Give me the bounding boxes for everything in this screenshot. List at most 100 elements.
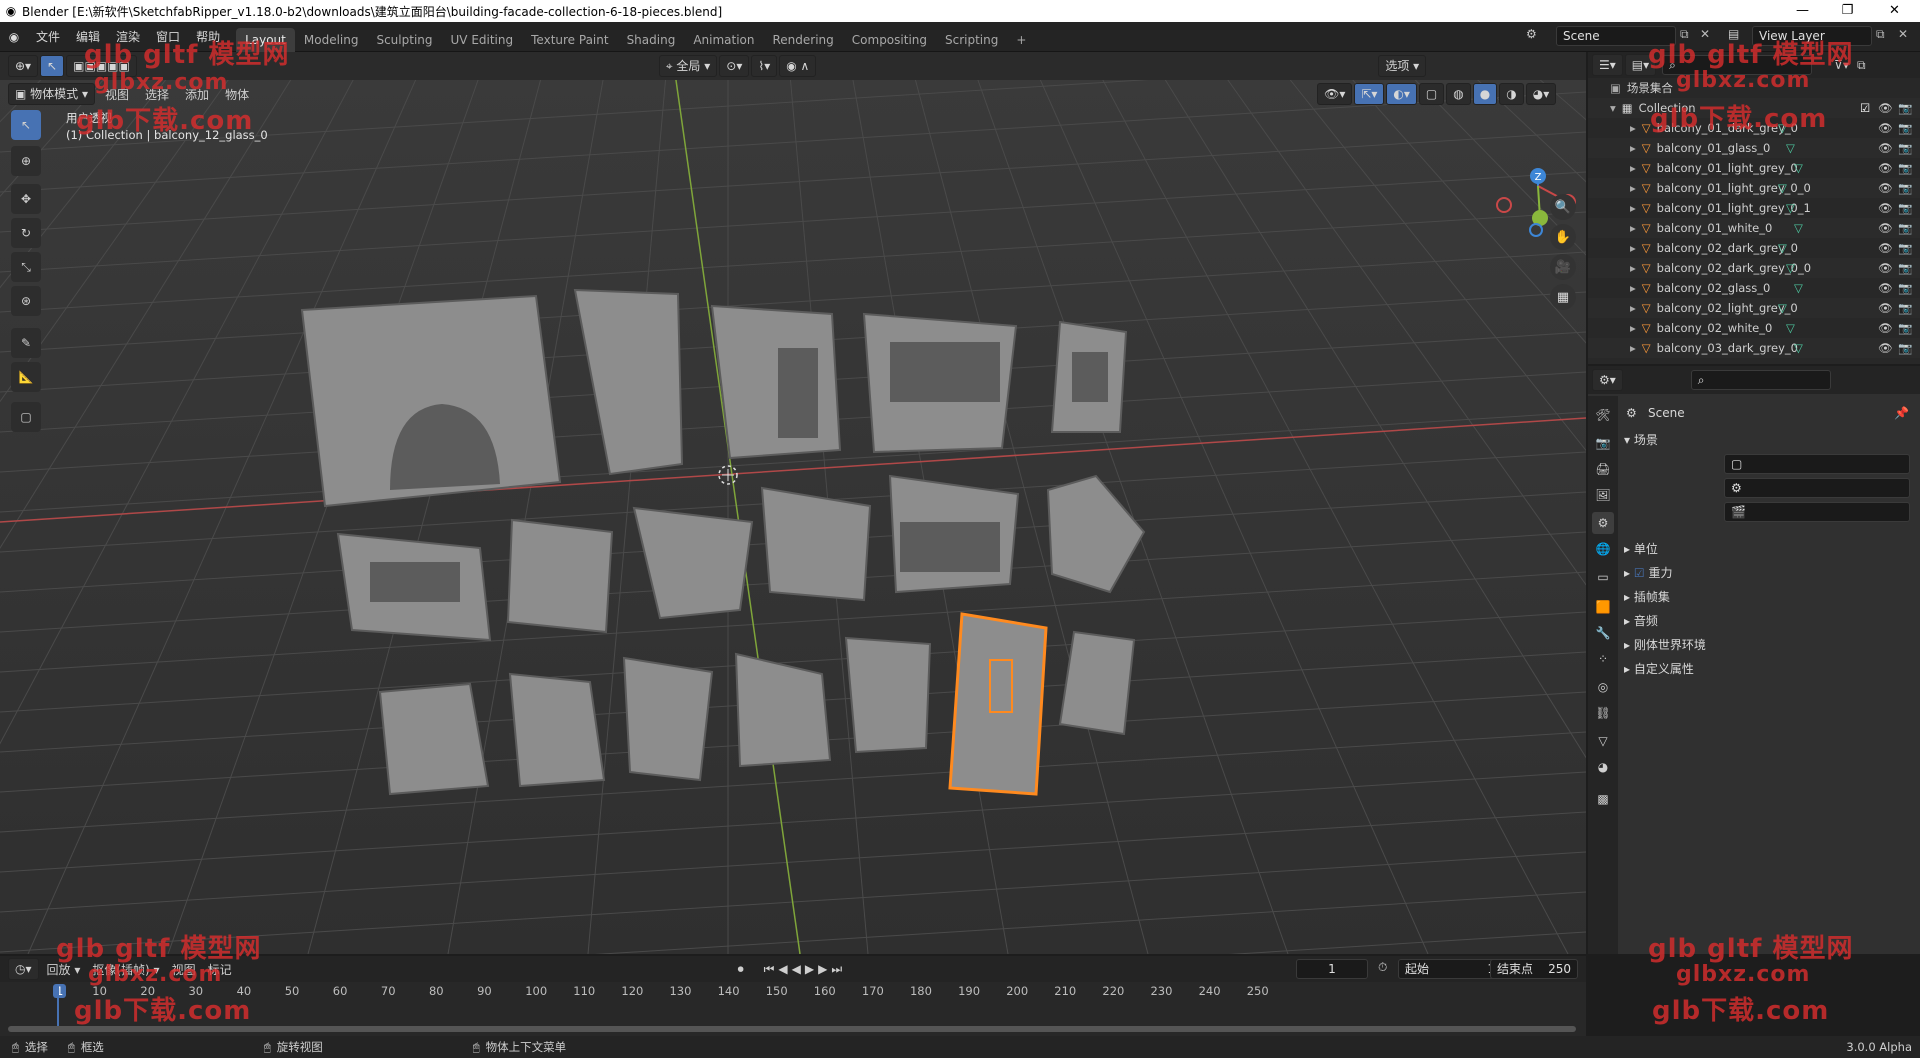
outliner-object-row[interactable]: ▸ ▽ balcony_01_glass_0 ▽ 👁 📷 <box>1588 138 1920 158</box>
expand-arrow-icon[interactable]: ▸ <box>1630 301 1636 315</box>
data-tab-icon[interactable]: ▽ <box>1592 730 1614 752</box>
select-mode-icon[interactable]: ↖ <box>40 55 65 77</box>
property-section[interactable]: ▸ ☑ 重力 <box>1624 564 1672 581</box>
world-tab-icon[interactable]: 🌐 <box>1592 538 1614 560</box>
tab-compositing[interactable]: Compositing <box>843 28 936 52</box>
camera-icon[interactable]: 📷 <box>1898 181 1912 195</box>
gravity-checkbox[interactable]: ☑ <box>1634 566 1645 580</box>
blender-menu-icon[interactable]: ◉ <box>0 30 28 44</box>
constraints-tab-icon[interactable]: ⛓ <box>1592 702 1614 724</box>
outliner-object-row[interactable]: ▸ ▽ balcony_01_white_0 ▽ 👁 📷 <box>1588 218 1920 238</box>
cursor-icon[interactable]: ⊕ <box>11 146 41 176</box>
tab-scripting[interactable]: Scripting <box>936 28 1007 52</box>
camera-icon[interactable]: 📷 <box>1898 321 1912 335</box>
eye-icon[interactable]: 👁 <box>1878 161 1893 175</box>
zoom-icon[interactable]: 🔍 <box>1550 194 1576 220</box>
expand-arrow-icon[interactable]: ▸ <box>1630 261 1636 275</box>
eye-icon[interactable]: 👁 <box>1878 121 1893 135</box>
rotate-icon[interactable]: ↻ <box>11 218 41 248</box>
camera-icon[interactable]: 📷 <box>1898 341 1912 355</box>
tool-tab-icon[interactable]: 🛠 <box>1592 404 1614 426</box>
material-tab-icon[interactable]: ◕ <box>1592 756 1614 778</box>
new-collection-icon[interactable]: ⧉ <box>1857 58 1866 73</box>
eye-icon[interactable]: 👁 <box>1878 321 1893 335</box>
modifier-tab-icon[interactable]: 🔧 <box>1592 622 1614 644</box>
expand-arrow-icon[interactable]: ▸ <box>1630 141 1636 155</box>
pan-hand-icon[interactable]: ✋ <box>1550 224 1576 250</box>
perspective-toggle-icon[interactable]: ▦ <box>1550 284 1576 310</box>
add-cube-icon[interactable]: ▢ <box>11 402 41 432</box>
3d-viewport[interactable]: ⊕▾ ↖ ▣▣▣▣▣ ⌖ 全局 ▾ ⊙▾ ⌇▾ ◉ ∧ 选项 ▾ ▣ 物体模式 … <box>0 52 1586 954</box>
collection-tab-icon[interactable]: ▭ <box>1592 566 1614 588</box>
active-clip-field[interactable]: 🎬 <box>1724 502 1910 522</box>
eye-icon[interactable]: 👁 <box>1878 181 1893 195</box>
pivot-point-icon[interactable]: ⊙▾ <box>719 55 750 77</box>
render-tab-icon[interactable]: 📷 <box>1592 432 1614 454</box>
texture-tab-icon[interactable]: ▩ <box>1592 788 1614 810</box>
view-layer-tab-icon[interactable]: 🖼 <box>1592 484 1614 506</box>
outliner-object-row[interactable]: ▸ ▽ balcony_03_dark_grey_0 ▽ 👁 📷 <box>1588 338 1920 358</box>
visibility-icon[interactable]: 👁▾ <box>1317 83 1353 105</box>
expand-arrow-icon[interactable]: ▸ <box>1630 121 1636 135</box>
expand-arrow-icon[interactable]: ▸ <box>1630 321 1636 335</box>
output-tab-icon[interactable]: 🖨 <box>1592 458 1614 480</box>
transform-icon[interactable]: ⊛ <box>11 286 41 316</box>
new-view-layer-icon[interactable]: ⧉ <box>1876 27 1885 42</box>
physics-tab-icon[interactable]: ◎ <box>1592 676 1614 698</box>
property-section[interactable]: ▸ 音频 <box>1624 612 1658 629</box>
camera-icon[interactable]: 📷 <box>1898 281 1912 295</box>
measure-icon[interactable]: 📐 <box>11 362 41 392</box>
expand-arrow-icon[interactable]: ▾ <box>1610 101 1616 115</box>
tab-modeling[interactable]: Modeling <box>295 28 368 52</box>
properties-search[interactable]: ⌕ <box>1690 370 1831 390</box>
property-section[interactable]: ▸ 刚体世界环境 <box>1624 636 1706 653</box>
outliner-object-row[interactable]: ▸ ▽ balcony_02_dark_grey_0_0 ▽ 👁 📷 <box>1588 258 1920 278</box>
annotate-icon[interactable]: ✎ <box>11 328 41 358</box>
pin-icon[interactable]: 📌 <box>1894 406 1909 420</box>
collection-checkbox[interactable]: ☑ <box>1860 101 1870 115</box>
delete-view-layer-icon[interactable]: ✕ <box>1898 27 1908 41</box>
outliner-object-row[interactable]: ▸ ▽ balcony_02_dark_grey_0 ▽ 👁 📷 <box>1588 238 1920 258</box>
camera-view-icon[interactable]: 🎥 <box>1550 254 1576 280</box>
camera-icon[interactable]: 📷 <box>1898 201 1912 215</box>
select-box-icon[interactable]: ↖ <box>11 110 41 140</box>
snap-icon[interactable]: ⌇▾ <box>751 55 778 77</box>
outliner-object-row[interactable]: ▸ ▽ balcony_01_light_grey_0 ▽ 👁 📷 <box>1588 158 1920 178</box>
expand-arrow-icon[interactable]: ▸ <box>1630 341 1636 355</box>
camera-field[interactable]: ▢ <box>1724 454 1910 474</box>
scene-tab-icon[interactable]: ⚙ <box>1592 512 1614 534</box>
camera-icon[interactable]: 📷 <box>1898 261 1912 275</box>
move-icon[interactable]: ✥ <box>11 184 41 214</box>
eye-icon[interactable]: 👁 <box>1878 261 1893 275</box>
shading-material-icon[interactable]: ◑ <box>1499 83 1524 105</box>
tab-texture-paint[interactable]: Texture Paint <box>522 28 617 52</box>
proportional-edit-icon[interactable]: ◉ ∧ <box>779 55 817 77</box>
shading-rendered-icon[interactable]: ◕▾ <box>1525 83 1557 105</box>
tab-uv-editing[interactable]: UV Editing <box>442 28 523 52</box>
close-button[interactable]: ✕ <box>1872 0 1917 22</box>
outliner-object-row[interactable]: ▸ ▽ balcony_02_white_0 ▽ 👁 📷 <box>1588 318 1920 338</box>
outliner-object-row[interactable]: ▸ ▽ balcony_02_light_grey_0 ▽ 👁 📷 <box>1588 298 1920 318</box>
camera-icon[interactable]: 📷 <box>1898 161 1912 175</box>
eye-icon[interactable]: 👁 <box>1878 221 1893 235</box>
tab-sculpting[interactable]: Sculpting <box>367 28 441 52</box>
transform-orientation-dropdown[interactable]: ⌖ 全局 ▾ <box>658 55 718 77</box>
expand-arrow-icon[interactable]: ▸ <box>1630 181 1636 195</box>
eye-icon[interactable]: 👁 <box>1878 141 1893 155</box>
expand-arrow-icon[interactable]: ▸ <box>1630 201 1636 215</box>
xray-icon[interactable]: ▢ <box>1418 83 1445 105</box>
expand-arrow-icon[interactable]: ▸ <box>1630 241 1636 255</box>
tab-shading[interactable]: Shading <box>618 28 685 52</box>
eye-icon[interactable]: 👁 <box>1878 101 1893 115</box>
property-section[interactable]: ▸ 单位 <box>1624 540 1658 557</box>
expand-arrow-icon[interactable]: ▸ <box>1630 161 1636 175</box>
camera-icon[interactable]: 📷 <box>1898 121 1912 135</box>
expand-arrow-icon[interactable]: ▸ <box>1630 221 1636 235</box>
background-scene-field[interactable]: ⚙ <box>1724 478 1910 498</box>
camera-icon[interactable]: 📷 <box>1898 241 1912 255</box>
options-dropdown[interactable]: 选项 ▾ <box>1378 55 1427 77</box>
property-section[interactable]: ▸ 插帧集 <box>1624 588 1670 605</box>
eye-icon[interactable]: 👁 <box>1878 201 1893 215</box>
tab-rendering[interactable]: Rendering <box>764 28 843 52</box>
scale-icon[interactable]: ⤡ <box>11 252 41 282</box>
